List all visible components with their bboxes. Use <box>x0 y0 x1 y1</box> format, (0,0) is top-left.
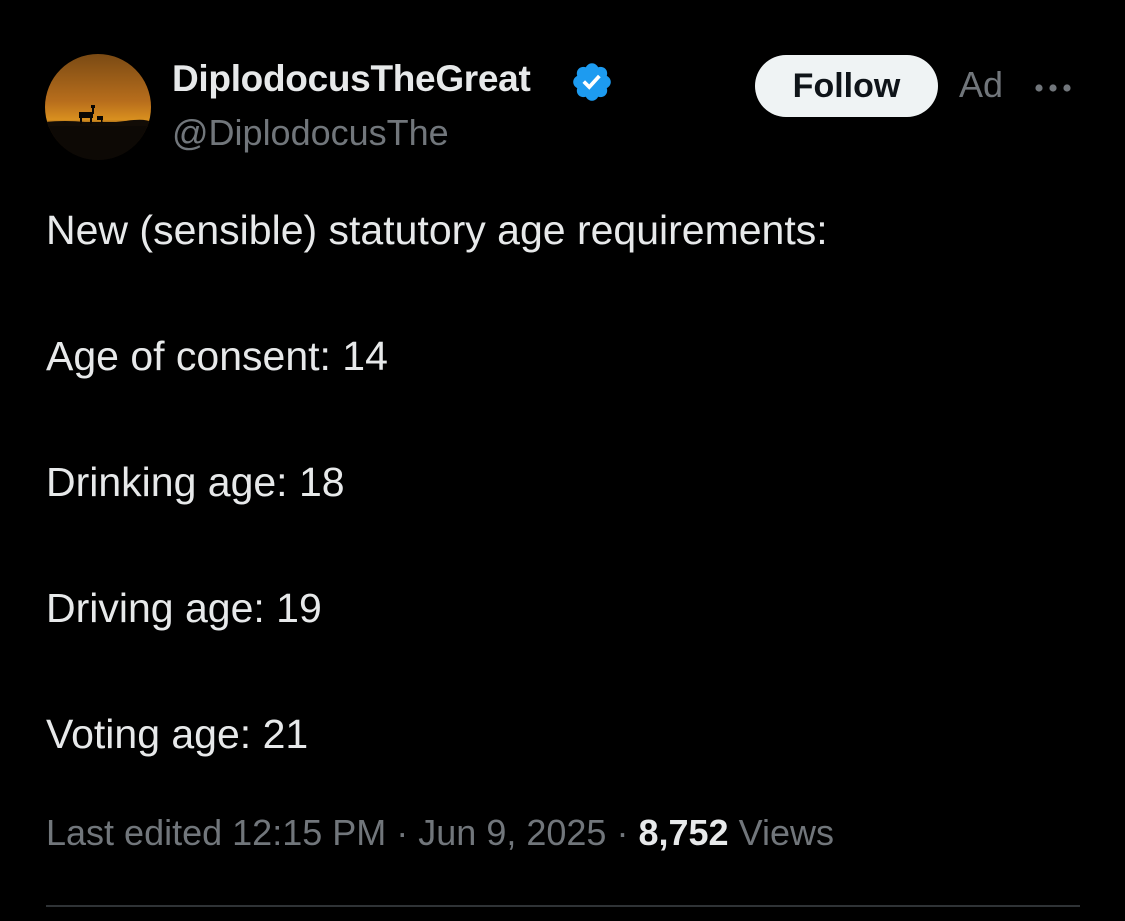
tweet-meta: Last edited 12:15 PM · Jun 9, 2025 · 8,7… <box>46 812 834 854</box>
meta-separator: · <box>616 812 629 853</box>
views-label: Views <box>738 812 834 853</box>
views-count[interactable]: 8,752 <box>638 812 728 853</box>
user-handle[interactable]: @DiplodocusThe <box>172 112 449 154</box>
tweet-date[interactable]: Jun 9, 2025 <box>418 812 606 853</box>
sunset-silhouette-avatar-icon <box>45 54 151 160</box>
tweet-time[interactable]: 12:15 PM <box>232 812 386 853</box>
display-name[interactable]: DiplodocusTheGreat <box>172 58 531 100</box>
tweet-line: Drinking age: 18 <box>46 459 345 505</box>
ad-label: Ad <box>959 64 1004 105</box>
more-dots-icon <box>1035 84 1071 92</box>
tweet-line: Voting age: 21 <box>46 711 309 757</box>
tweet-line: New (sensible) statutory age requirement… <box>46 207 828 253</box>
tweet-line: Driving age: 19 <box>46 585 322 631</box>
more-options-button[interactable] <box>1030 68 1078 108</box>
follow-button[interactable]: Follow <box>755 55 938 117</box>
divider <box>46 905 1080 907</box>
avatar[interactable] <box>45 54 151 160</box>
verified-badge-icon[interactable] <box>570 60 614 104</box>
edited-label[interactable]: Last edited <box>46 812 222 853</box>
meta-separator: · <box>396 812 409 853</box>
tweet-line: Age of consent: 14 <box>46 333 388 379</box>
tweet-card: DiplodocusTheGreat @DiplodocusThe Follow… <box>0 0 1125 921</box>
